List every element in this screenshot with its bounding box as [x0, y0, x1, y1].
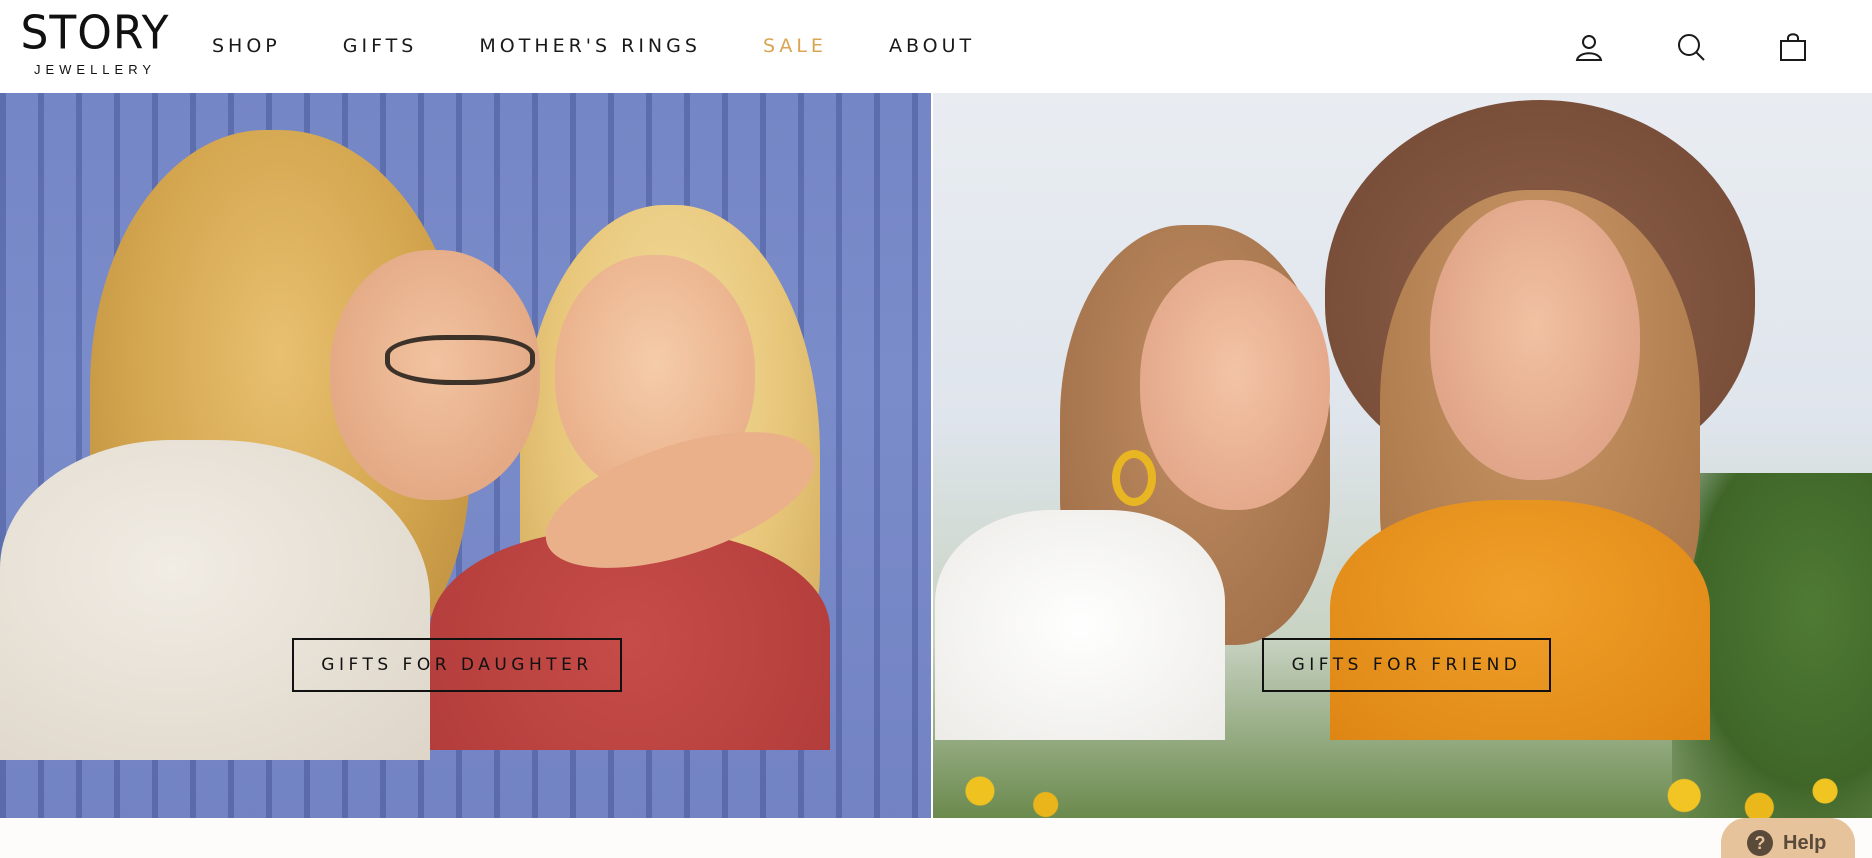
gifts-for-friend-button[interactable]: GIFTS FOR FRIEND [1262, 638, 1551, 692]
help-label: Help [1783, 831, 1827, 854]
friend-face-right [1430, 200, 1640, 480]
header-actions [1572, 30, 1810, 64]
orange-top [1330, 500, 1710, 740]
nav-item-sale[interactable]: SALE [763, 35, 827, 57]
logo-wordmark: STORY [20, 6, 170, 61]
glasses [385, 335, 535, 385]
cart-button[interactable] [1776, 30, 1810, 64]
search-button[interactable] [1674, 30, 1708, 64]
help-button[interactable]: ? Help [1721, 818, 1855, 858]
store-logo[interactable]: STORY JEWELLERY [20, 10, 168, 82]
site-header: STORY JEWELLERY SHOP GIFTS MOTHER'S RING… [0, 0, 1872, 92]
yellow-earring [1112, 450, 1156, 506]
search-icon [1678, 34, 1705, 61]
question-icon: ? [1747, 830, 1773, 856]
main-navigation: SHOP GIFTS MOTHER'S RINGS SALE ABOUT [212, 34, 1037, 58]
nav-item-shop[interactable]: SHOP [212, 35, 281, 57]
shopping-bag-icon [1780, 33, 1806, 61]
white-top [935, 510, 1225, 740]
nav-item-mothers-rings[interactable]: MOTHER'S RINGS [479, 35, 701, 57]
friend-face-left [1140, 260, 1330, 510]
gifts-for-daughter-button[interactable]: GIFTS FOR DAUGHTER [292, 638, 622, 692]
nav-item-gifts[interactable]: GIFTS [343, 35, 418, 57]
mother-blouse [0, 440, 430, 760]
nav-item-about[interactable]: ABOUT [889, 35, 975, 57]
panel-divider [931, 93, 933, 818]
user-icon [1575, 35, 1603, 61]
logo-subtitle: JEWELLERY [33, 62, 157, 77]
next-section-edge [0, 818, 1872, 858]
account-button[interactable] [1572, 30, 1606, 64]
sunflowers [933, 728, 1872, 818]
